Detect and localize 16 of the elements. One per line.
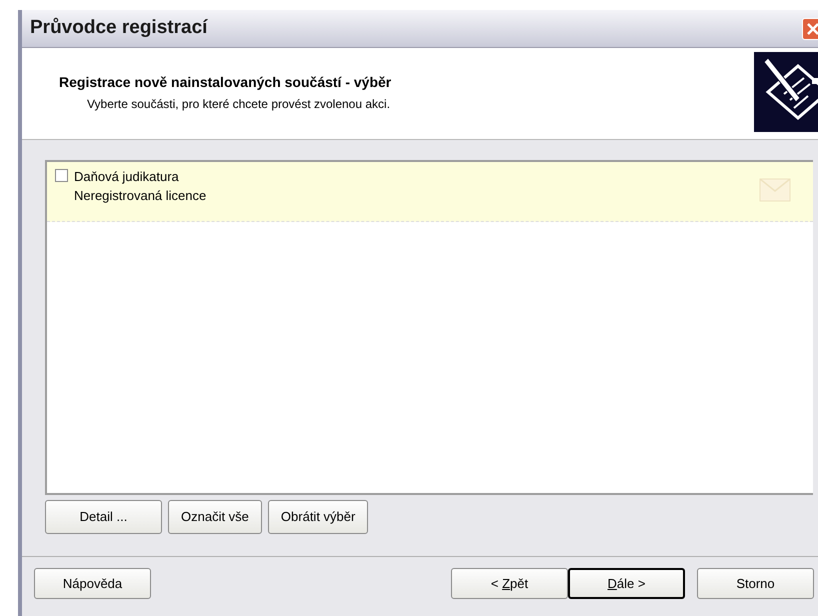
checkbox[interactable]: [55, 169, 68, 182]
footer-button[interactable]: Dále >: [568, 568, 685, 599]
list-button[interactable]: Detail ...: [45, 500, 162, 534]
footer-button[interactable]: Storno: [697, 568, 814, 599]
license-status: Neregistrovaná licence: [74, 187, 206, 205]
window-title: Průvodce registrací: [30, 16, 208, 40]
close-button[interactable]: [802, 18, 818, 40]
component-item[interactable]: Daňová judikatura Neregistrovaná licence: [47, 162, 813, 222]
header-subtitle: Vyberte součásti, pro které chcete provést zvolenou akci.: [87, 96, 392, 113]
header-title: Registrace nově nainstalovaných součástí - výběr: [59, 73, 392, 92]
envelope-icon: [759, 178, 791, 202]
component-name: Daňová judikatura: [74, 168, 180, 186]
footer-button[interactable]: < Zpět: [451, 568, 568, 599]
list-button[interactable]: Obrátit výběr: [268, 500, 368, 534]
list-button[interactable]: Označit vše: [168, 500, 262, 534]
footer-button[interactable]: Nápověda: [34, 568, 151, 599]
